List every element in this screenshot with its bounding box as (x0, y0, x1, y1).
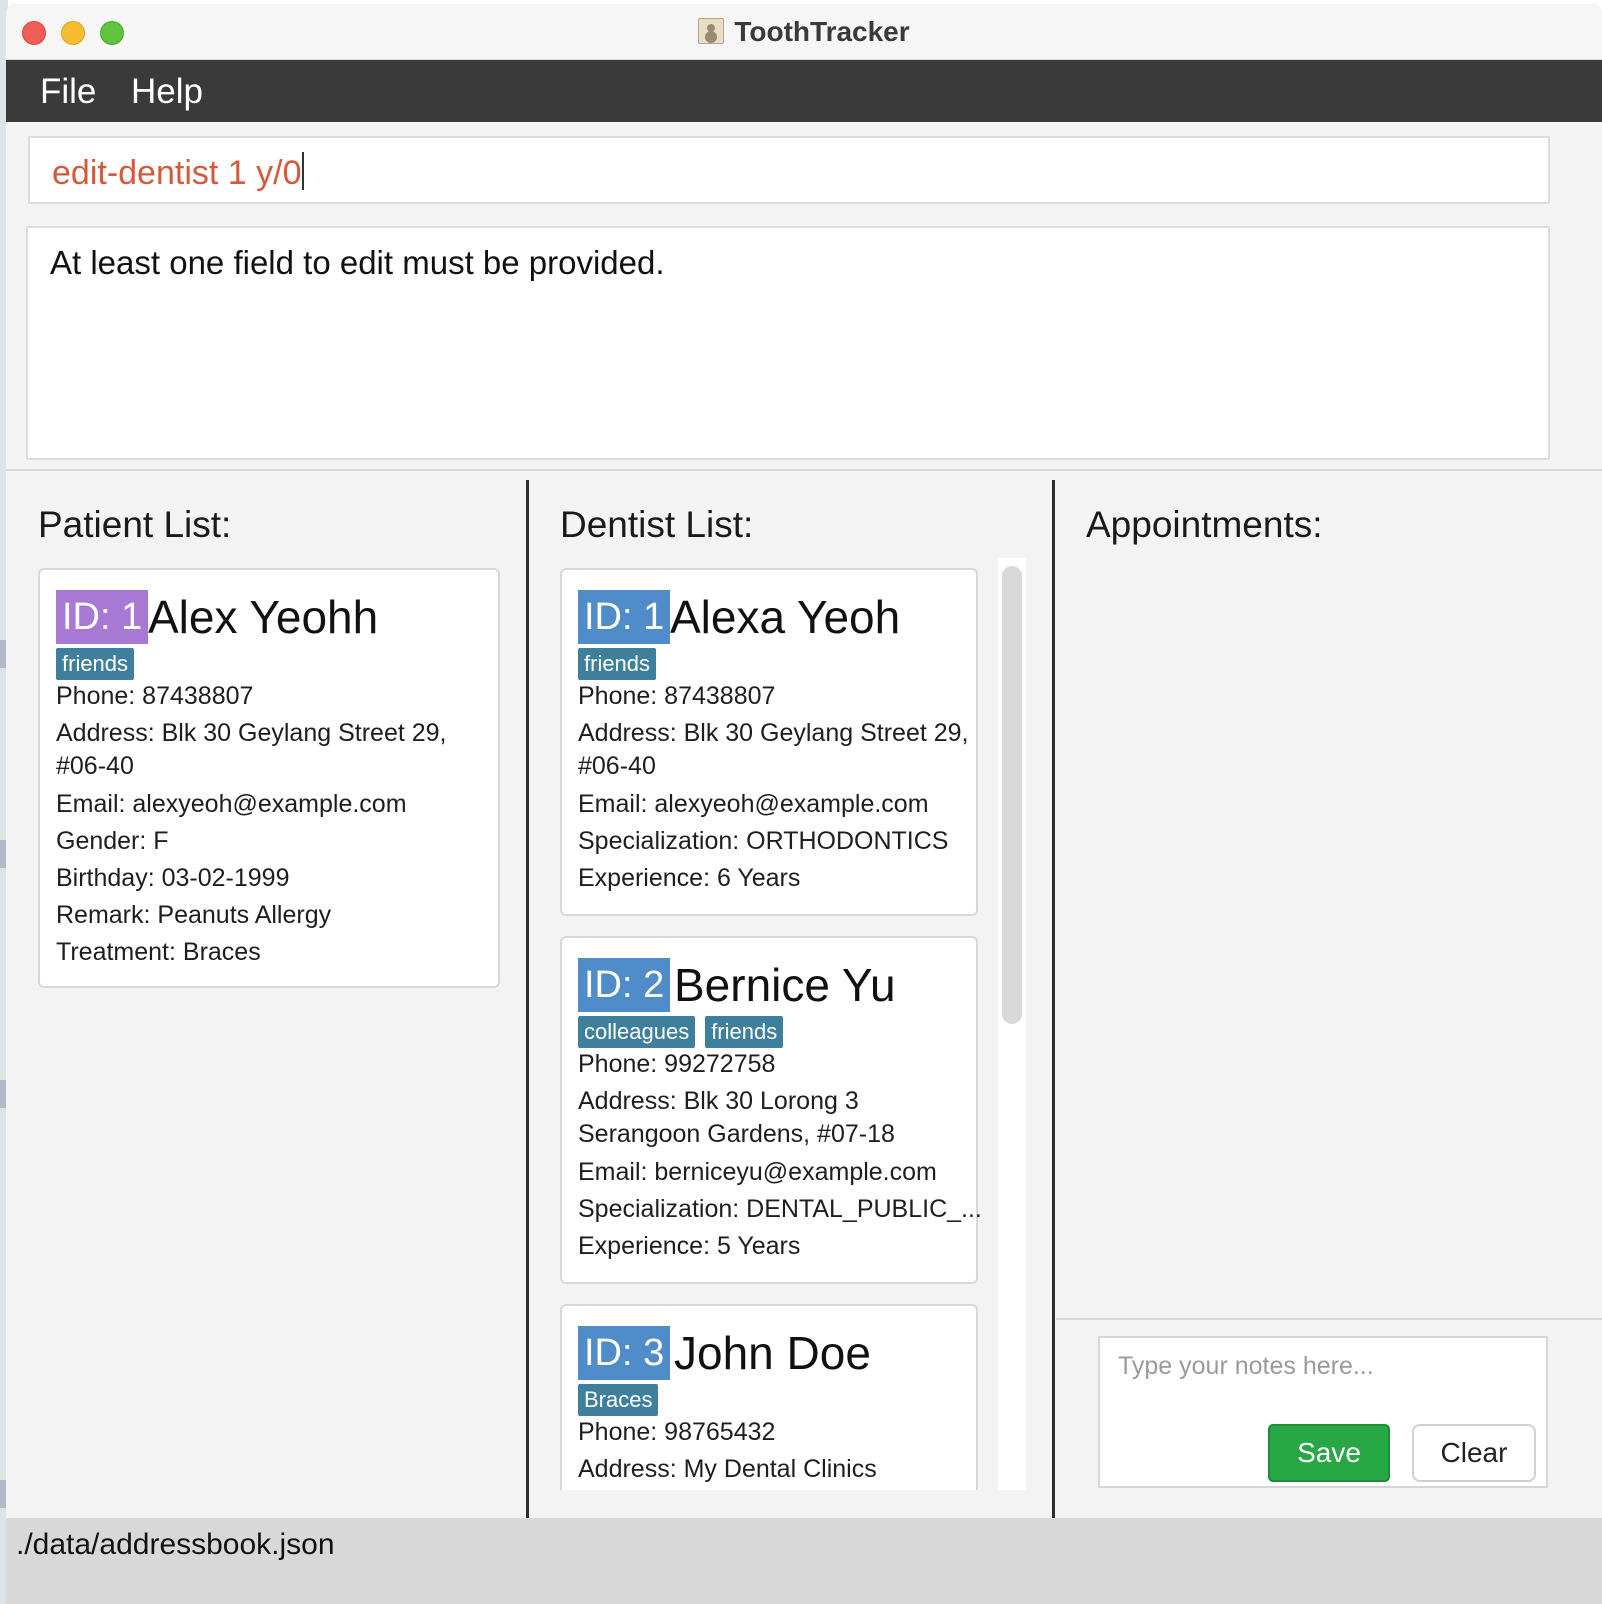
text-caret (302, 152, 305, 190)
command-input[interactable]: edit-dentist 1 y/0 (28, 136, 1550, 204)
dentist-tags: friends (578, 648, 666, 680)
dentist-address-line1: Address: Blk 30 Geylang Street 29, (578, 719, 969, 747)
patient-birthday: Birthday: 03-02-1999 (56, 864, 290, 892)
patient-treatment: Treatment: Braces (56, 938, 261, 966)
column-separator[interactable] (526, 480, 529, 1520)
dentist-id-badge: ID: 2 (578, 958, 671, 1012)
patient-card[interactable]: ID: 1 Alex Yeohh friends Phone: 87438807… (38, 568, 500, 988)
dentist-specialization: Specialization: ORTHODONTICS (578, 827, 949, 855)
app-icon (698, 18, 725, 44)
clear-button[interactable]: Clear (1412, 1424, 1536, 1482)
dentist-card[interactable]: ID: 1 Alexa Yeoh friends Phone: 87438807… (560, 568, 978, 916)
dentist-scrollbar-thumb[interactable] (1002, 566, 1022, 1024)
dentist-name: Alexa Yeoh (670, 591, 901, 643)
window-title-text: ToothTracker (734, 16, 910, 47)
patient-tags: friends (56, 648, 144, 680)
result-message: At least one field to edit must be provi… (50, 244, 665, 281)
status-file-path: ./data/addressbook.json (16, 1528, 335, 1561)
title-bar: ToothTracker (6, 4, 1602, 60)
dentist-card[interactable]: ID: 2 Bernice Yu colleagues friends Phone… (560, 936, 982, 1284)
dentist-card[interactable]: ID: 3 John Doe Braces Phone: 98765432 Ad… (560, 1304, 978, 1490)
dentist-email: Email: alexyeoh@example.com (578, 790, 929, 818)
dentist-tags: Braces (578, 1384, 668, 1416)
menu-help[interactable]: Help (131, 72, 203, 112)
dentist-phone: Phone: 87438807 (578, 682, 776, 710)
app-window: ToothTracker File Help edit-dentist 1 y/… (6, 4, 1602, 1604)
command-value: edit-dentist 1 y/0 (52, 154, 302, 192)
dentist-address-line1: Address: My Dental Clinics (578, 1455, 877, 1483)
dentist-tags: colleagues friends (578, 1016, 793, 1048)
patient-address-line1: Address: Blk 30 Geylang Street 29, (56, 719, 447, 747)
menu-bar: File Help (6, 60, 1602, 122)
window-title: ToothTracker (6, 16, 1602, 48)
dentist-address-line1: Address: Blk 30 Lorong 3 (578, 1087, 859, 1115)
tag: friends (705, 1016, 784, 1048)
patient-phone: Phone: 87438807 (56, 682, 254, 710)
dentist-phone: Phone: 98765432 (578, 1418, 776, 1446)
dentist-address-line2: Serangoon Gardens, #07-18 (578, 1120, 895, 1148)
save-button[interactable]: Save (1268, 1424, 1390, 1482)
column-separator[interactable] (1052, 480, 1055, 1520)
dentist-specialization: Specialization: DENTAL_PUBLIC_... (578, 1195, 982, 1223)
notes-placeholder: Type your notes here... (1118, 1352, 1374, 1380)
dentist-id-badge: ID: 1 (578, 590, 671, 644)
status-bar: ./data/addressbook.json (6, 1518, 1602, 1604)
tag: friends (578, 648, 657, 680)
appointments-title: Appointments: (1086, 504, 1323, 545)
patient-email: Email: alexyeoh@example.com (56, 790, 407, 818)
dentist-email: Email: berniceyu@example.com (578, 1158, 937, 1186)
patient-list-title: Patient List: (38, 504, 232, 545)
panel-divider (6, 469, 1602, 471)
dentist-name: Bernice Yu (674, 959, 896, 1011)
dentist-experience: Experience: 5 Years (578, 1232, 801, 1260)
dentist-id-badge: ID: 3 (578, 1326, 671, 1380)
dentist-list: ID: 1 Alexa Yeoh friends Phone: 87438807… (546, 558, 998, 1490)
patient-name: Alex Yeohh (148, 591, 379, 643)
dentist-list-title: Dentist List: (560, 504, 754, 545)
tag: colleagues (578, 1016, 696, 1048)
patient-remark: Remark: Peanuts Allergy (56, 901, 332, 929)
tag: friends (56, 648, 135, 680)
command-text: edit-dentist 1 y/0 (52, 152, 305, 193)
dentist-address-line2: #06-40 (578, 752, 656, 780)
dentist-name: John Doe (674, 1327, 871, 1379)
appointments-divider (1056, 1318, 1602, 1320)
dentist-experience: Experience: 6 Years (578, 864, 801, 892)
tag: Braces (578, 1384, 659, 1416)
patient-gender: Gender: F (56, 827, 169, 855)
dentist-phone: Phone: 99272758 (578, 1050, 776, 1078)
result-display: At least one field to edit must be provi… (26, 226, 1550, 460)
patient-id-badge: ID: 1 (56, 590, 149, 644)
patient-address-line2: #06-40 (56, 752, 134, 780)
menu-file[interactable]: File (40, 72, 96, 112)
